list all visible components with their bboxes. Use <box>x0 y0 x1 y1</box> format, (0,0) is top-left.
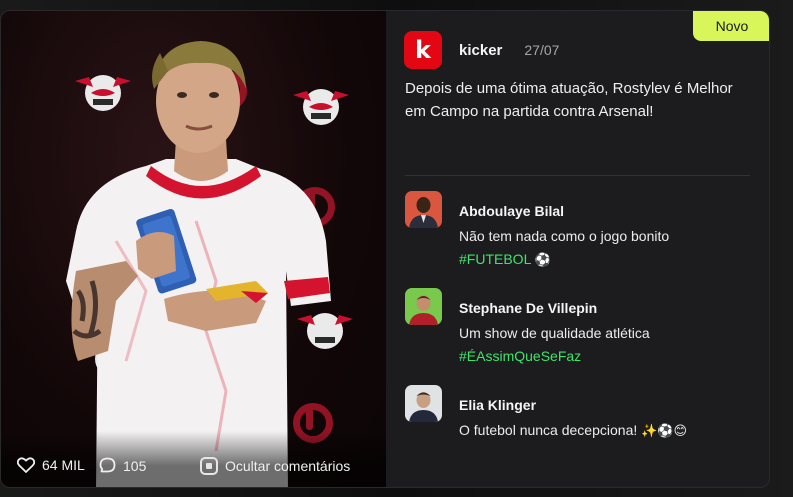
comment-text: Um show de qualidade atlética <box>459 325 650 341</box>
kicker-logo-icon: k <box>404 31 442 69</box>
comment-text: Não tem nada como o jogo bonito <box>459 228 670 244</box>
post-date: 27/07 <box>524 42 560 58</box>
comments-button[interactable]: 105 <box>99 457 146 474</box>
hide-comments-icon <box>200 457 218 475</box>
avatar <box>405 288 442 325</box>
avatar <box>405 385 442 422</box>
comment-author: Elia Klinger <box>459 397 537 413</box>
new-badge: Novo <box>693 11 769 41</box>
sparkle-ball-smile-emoji-icon: ✨⚽😊 <box>641 424 688 439</box>
comment-hashtag[interactable]: #ÉAssimQueSeFaz <box>459 348 581 364</box>
speech-bubble-icon <box>99 457 116 473</box>
comment-text-body: O futebol nunca decepciona! <box>459 422 638 438</box>
avatar <box>405 191 442 228</box>
hide-comments-button[interactable]: Ocultar comentários <box>200 457 350 475</box>
hide-comments-label: Ocultar comentários <box>225 458 351 474</box>
comment-author: Stephane De Villepin <box>459 300 598 316</box>
likes-count: 64 MIL <box>42 457 85 473</box>
comment-hashtag[interactable]: #FUTEBOL ⚽ <box>459 251 551 268</box>
soccer-ball-icon: ⚽ <box>534 253 551 268</box>
post-image: 64 MIL 105 Ocultar comentários <box>1 11 386 487</box>
heart-icon <box>17 457 35 473</box>
player-portrait <box>66 41 331 487</box>
comments-count: 105 <box>123 457 147 474</box>
comment-author: Abdoulaye Bilal <box>459 203 565 219</box>
comment-text: O futebol nunca decepciona! ✨⚽😊 <box>459 422 687 439</box>
hashtag-text: #FUTEBOL <box>459 251 531 267</box>
news-post-card: 64 MIL 105 Ocultar comentários Novo k ki… <box>0 10 770 488</box>
like-button[interactable]: 64 MIL <box>17 457 85 473</box>
post-header: k kicker 27/07 <box>404 31 559 69</box>
source-name: kicker <box>459 41 503 59</box>
divider <box>405 175 750 176</box>
post-text: Depois de uma ótima atuação, Rostylev é … <box>405 80 733 120</box>
post-content: Novo k kicker 27/07 Depois de uma ótima … <box>386 11 769 487</box>
